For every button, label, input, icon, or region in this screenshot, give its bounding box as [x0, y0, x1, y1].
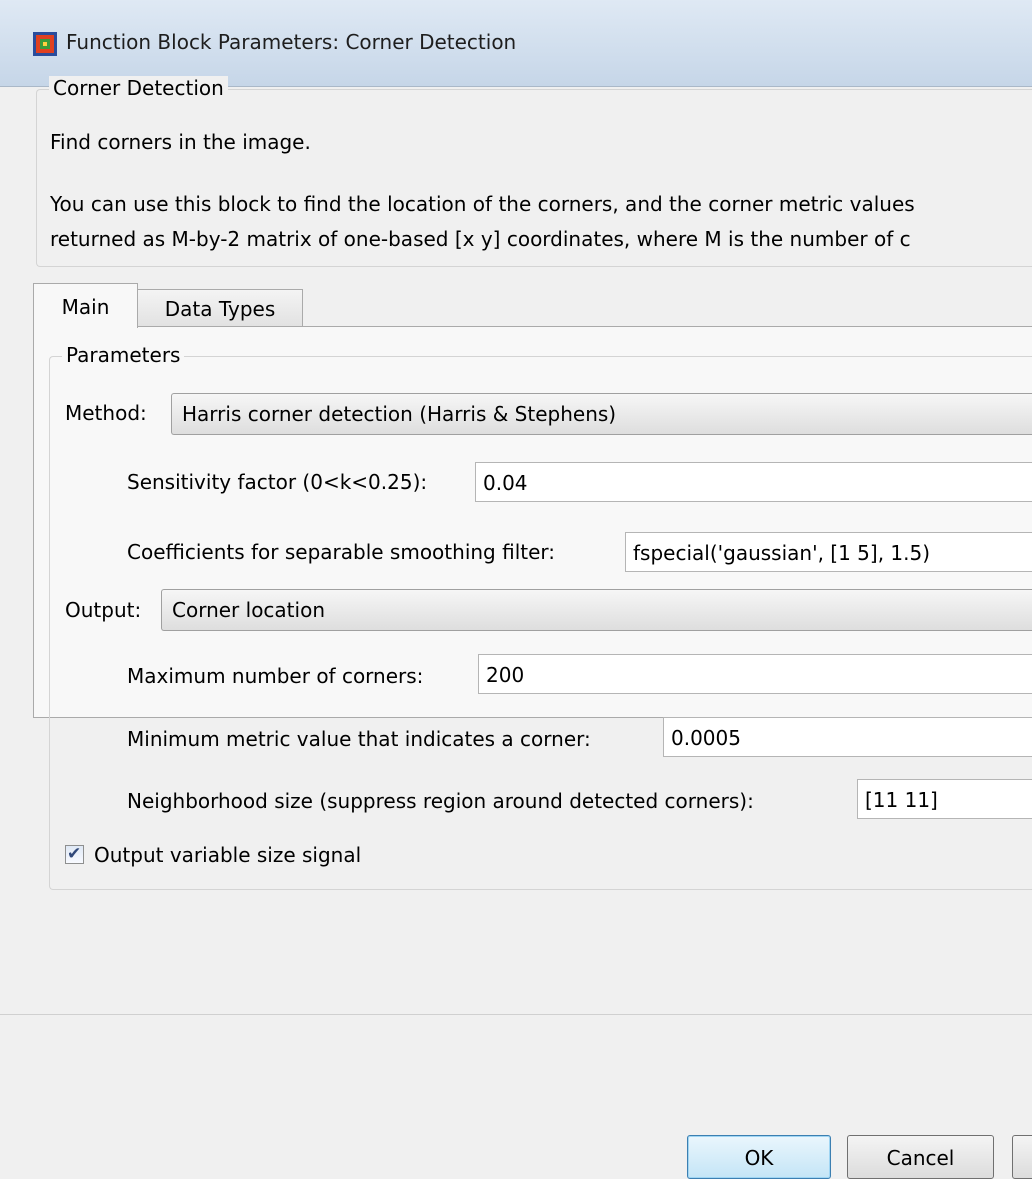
window-title: Function Block Parameters: Corner Detect…: [66, 30, 517, 54]
cancel-button[interactable]: Cancel: [847, 1135, 994, 1179]
output-dropdown[interactable]: Corner location: [161, 589, 1032, 631]
help-button[interactable]: [1012, 1135, 1032, 1179]
coefficients-label: Coefficients for separable smoothing fil…: [127, 540, 556, 564]
output-variable-size-checkbox[interactable]: ✔: [65, 844, 84, 864]
simulink-block-icon: [33, 32, 57, 56]
neighborhood-label: Neighborhood size (suppress region aroun…: [127, 789, 754, 813]
description-legend: Corner Detection: [49, 76, 228, 100]
coefficients-input[interactable]: fspecial('gaussian', [1 5], 1.5): [625, 532, 1032, 572]
neighborhood-input[interactable]: [11 11]: [857, 779, 1032, 819]
sensitivity-label: Sensitivity factor (0<k<0.25):: [127, 470, 428, 494]
min-metric-input[interactable]: 0.0005: [663, 717, 1032, 757]
max-corners-label: Maximum number of corners:: [127, 664, 424, 688]
panel-bottom-border: [0, 1014, 1032, 1015]
method-dropdown[interactable]: Harris corner detection (Harris & Stephe…: [171, 393, 1032, 435]
tab-main[interactable]: Main: [33, 283, 138, 328]
checkmark-icon: ✔: [67, 844, 82, 864]
min-metric-label: Minimum metric value that indicates a co…: [127, 727, 591, 751]
title-bar[interactable]: Function Block Parameters: Corner Detect…: [0, 0, 1032, 87]
ok-button[interactable]: OK: [687, 1135, 831, 1179]
description-line: Find corners in the image.: [50, 130, 311, 154]
description-line: returned as M-by-2 matrix of one-based […: [50, 227, 911, 251]
sensitivity-input[interactable]: 0.04: [475, 462, 1032, 502]
parameters-legend: Parameters: [62, 343, 185, 367]
method-label: Method:: [65, 401, 147, 425]
tab-data-types[interactable]: Data Types: [137, 289, 303, 327]
output-variable-size-label: Output variable size signal: [94, 843, 362, 867]
max-corners-input[interactable]: 200: [478, 654, 1032, 694]
output-label: Output:: [65, 598, 142, 622]
description-line: You can use this block to find the locat…: [50, 192, 915, 216]
